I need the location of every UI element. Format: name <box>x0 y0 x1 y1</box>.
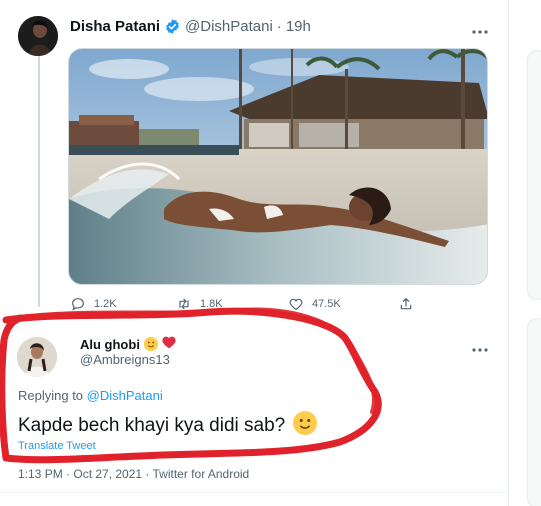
red-heart-emoji-icon <box>162 336 176 352</box>
slightly-smiling-face-emoji-icon <box>293 411 318 441</box>
author-handle[interactable]: @DishPatani <box>185 18 273 35</box>
retweet-action[interactable]: 1.8K <box>176 296 223 312</box>
sidebar-card <box>527 318 541 506</box>
retweet-count: 1.8K <box>200 298 223 310</box>
tweet-time[interactable]: 19h <box>286 18 311 35</box>
slightly-smiling-face-emoji-icon <box>143 337 158 351</box>
replying-prefix: Replying to <box>18 388 84 403</box>
divider <box>0 492 508 493</box>
tweet-action-bar: 1.2K 1.8K 47.5K <box>70 296 490 314</box>
beach-photo-image <box>69 49 487 284</box>
time-separator: · <box>276 18 282 35</box>
like-count: 47.5K <box>312 298 341 310</box>
reply-icon <box>72 298 84 311</box>
replying-to-line: Replying to @DishPatani <box>18 388 163 403</box>
more-icon[interactable] <box>472 22 488 36</box>
verified-badge-icon <box>166 19 179 34</box>
avatar[interactable] <box>18 16 58 56</box>
like-heart-icon <box>289 298 303 311</box>
reply-timestamp[interactable]: 1:13 PM · Oct 27, 2021 · Twitter for And… <box>18 467 249 481</box>
thread-connector-line <box>38 52 40 307</box>
more-icon[interactable] <box>472 340 488 354</box>
avatar-image <box>18 16 58 56</box>
reply-text-content: Kapde bech khayi kya didi sab? <box>18 415 286 436</box>
share-icon <box>400 298 412 310</box>
retweet-icon <box>179 298 189 310</box>
tweet-thread: Disha Patani @DishPatani · 19h 1.2K 1.8K… <box>0 0 541 506</box>
sidebar-card <box>527 50 541 300</box>
reply-text: Kapde bech khayi kya didi sab? <box>18 411 318 441</box>
share-action[interactable] <box>398 296 414 312</box>
reply-action[interactable]: 1.2K <box>70 296 117 312</box>
reply-count: 1.2K <box>94 298 117 310</box>
avatar-image <box>17 337 57 377</box>
replying-to-link[interactable]: @DishPatani <box>87 388 163 403</box>
like-action[interactable]: 47.5K <box>288 296 341 312</box>
column-border <box>508 0 509 506</box>
reply-header: Alu ghobi <box>80 336 176 352</box>
reply-author-name[interactable]: Alu ghobi <box>80 337 140 352</box>
avatar[interactable] <box>17 337 57 377</box>
author-name[interactable]: Disha Patani <box>70 18 160 35</box>
tweet-header: Disha Patani @DishPatani · 19h <box>70 18 311 35</box>
tweet-photo[interactable] <box>68 48 488 285</box>
translate-tweet-link[interactable]: Translate Tweet <box>18 440 96 452</box>
reply-author-handle[interactable]: @Ambreigns13 <box>80 352 170 367</box>
